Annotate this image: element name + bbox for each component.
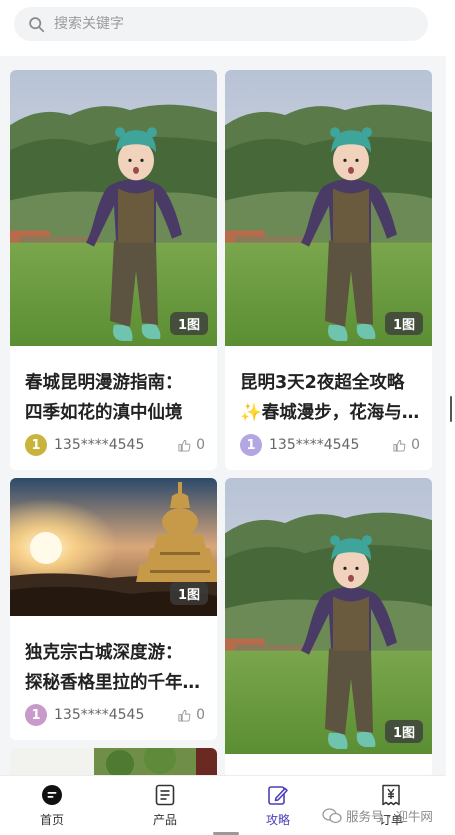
avatar: 1 — [240, 434, 262, 456]
card-meta: 1 135****4545 0 — [240, 434, 420, 456]
card-photo: 1图 — [10, 70, 217, 346]
watermark: 服务号 · 迎牛网 — [322, 806, 433, 825]
search-icon — [29, 16, 45, 32]
watermark-text: 服务号 · 迎牛网 — [346, 809, 433, 824]
card-meta: 1 135****4545 0 — [25, 704, 205, 726]
thumbs-up-icon — [178, 439, 191, 452]
like-button[interactable]: 0 — [178, 707, 205, 723]
scrollbar-thumb[interactable] — [450, 396, 452, 422]
card-photo: 1图 — [225, 70, 432, 346]
card-guide-1[interactable]: 1图 春城昆明漫游指南： 四季如花的滇中仙境 1 135****4545 0 — [10, 70, 217, 470]
list-icon — [154, 784, 176, 806]
search-input[interactable] — [54, 16, 384, 32]
image-count-badge: 1图 — [384, 312, 423, 335]
avatar: 1 — [25, 434, 47, 456]
card-guide-4[interactable]: 1图 — [225, 478, 432, 778]
like-count: 0 — [196, 707, 205, 723]
card-guide-2[interactable]: 1图 昆明3天2夜超全攻略 ✨春城漫步，花海与美食的浪漫之旅 1 135****… — [225, 70, 432, 470]
scrollbar[interactable] — [446, 0, 455, 835]
tab-label: 产品 — [152, 813, 177, 827]
card-title: 春城昆明漫游指南： 四季如花的滇中仙境 — [25, 373, 183, 423]
image-count-badge: 1图 — [169, 582, 208, 605]
top-bar — [0, 0, 446, 56]
pencil-icon — [267, 784, 289, 806]
tab-home[interactable]: 首页 — [17, 784, 87, 828]
like-count: 0 — [196, 437, 205, 453]
chat-bubble-icon — [41, 784, 63, 806]
avatar: 1 — [25, 704, 47, 726]
like-button[interactable]: 0 — [178, 437, 205, 453]
thumbs-up-icon — [178, 709, 191, 722]
yen-receipt-icon — [380, 784, 402, 806]
tab-label: 首页 — [39, 813, 64, 827]
wechat-icon — [322, 807, 342, 823]
user-name: 135****4545 — [54, 707, 145, 723]
card-meta: 1 135****4545 0 — [25, 434, 205, 456]
bottom-tab-bar: 首页 产品 攻略 订单 — [0, 775, 446, 835]
tab-guides[interactable]: 攻略 — [243, 784, 313, 828]
user-name: 135****4545 — [54, 437, 145, 453]
card-title: 独克宗古城深度游： 探秘香格里拉的千年古城之美 — [25, 643, 207, 693]
tab-label: 攻略 — [265, 813, 290, 827]
like-button[interactable]: 0 — [393, 437, 420, 453]
card-photo: 1图 — [10, 478, 217, 616]
user-name: 135****4545 — [269, 437, 360, 453]
like-count: 0 — [411, 437, 420, 453]
card-guide-3[interactable]: 1图 独克宗古城深度游： 探秘香格里拉的千年古城之美 1 135****4545… — [10, 478, 217, 740]
search-bar[interactable] — [14, 7, 428, 41]
card-photo: 1图 — [225, 478, 432, 754]
tab-products[interactable]: 产品 — [130, 784, 200, 828]
thumbs-up-icon — [393, 439, 406, 452]
card-title: 昆明3天2夜超全攻略 ✨春城漫步，花海与美食的浪漫之旅 — [240, 373, 422, 423]
image-count-badge: 1图 — [384, 720, 423, 743]
image-count-badge: 1图 — [169, 312, 208, 335]
